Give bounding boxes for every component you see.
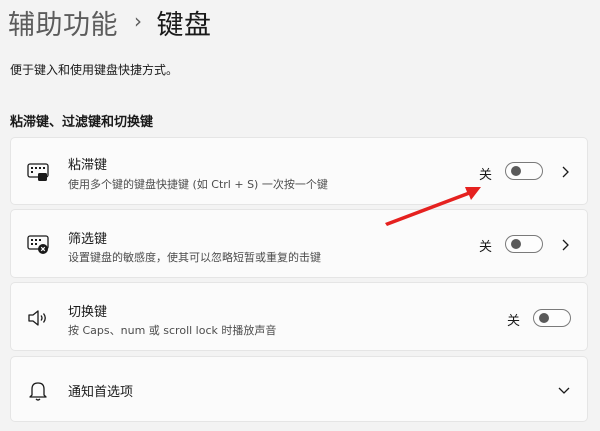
toggle-knob	[511, 239, 521, 249]
page-title: 键盘	[156, 9, 212, 41]
page-description: 便于键入和使用键盘快捷方式。	[10, 63, 179, 77]
sticky-keys-icon	[26, 160, 50, 184]
filter-keys-toggle[interactable]	[505, 235, 543, 253]
toggle-keys-title: 切换键	[68, 305, 108, 320]
bell-icon	[26, 378, 50, 402]
section-title: 粘滞键、过滤键和切换键	[10, 115, 154, 130]
chevron-right-icon[interactable]	[558, 164, 572, 178]
sticky-keys-card[interactable]: 粘滞键 使用多个键的键盘快捷键 (如 Ctrl + S) 一次按一个键 关	[10, 137, 588, 205]
toggle-keys-description: 按 Caps、num 或 scroll lock 时播放声音	[68, 324, 277, 337]
sticky-keys-title: 粘滞键	[68, 158, 108, 173]
notification-preferences-title: 通知首选项	[68, 385, 134, 400]
chevron-right-icon[interactable]	[558, 237, 572, 251]
toggle-keys-toggle[interactable]	[533, 309, 571, 327]
notification-preferences-card[interactable]: 通知首选项	[10, 356, 588, 422]
breadcrumb: 辅助功能 › 键盘	[8, 2, 212, 42]
sticky-keys-state-label: 关	[479, 168, 493, 183]
toggle-knob	[511, 166, 521, 176]
filter-keys-card[interactable]: 筛选键 设置键盘的敏感度，使其可以忽略短暂或重复的击键 关	[10, 209, 588, 278]
breadcrumb-parent-accessibility[interactable]: 辅助功能	[8, 3, 118, 42]
filter-keys-state-label: 关	[479, 240, 493, 255]
toggle-knob	[539, 313, 549, 323]
sticky-keys-toggle[interactable]	[505, 162, 543, 180]
toggle-keys-card[interactable]: 切换键 按 Caps、num 或 scroll lock 时播放声音 关	[10, 282, 588, 351]
filter-keys-description: 设置键盘的敏感度，使其可以忽略短暂或重复的击键	[68, 251, 321, 264]
speaker-icon	[26, 306, 50, 330]
filter-keys-title: 筛选键	[68, 232, 108, 247]
breadcrumb-separator: ›	[134, 9, 143, 33]
toggle-keys-state-label: 关	[507, 314, 521, 329]
filter-keys-icon	[26, 232, 50, 256]
chevron-down-icon[interactable]	[557, 382, 571, 396]
sticky-keys-description: 使用多个键的键盘快捷键 (如 Ctrl + S) 一次按一个键	[68, 178, 328, 191]
